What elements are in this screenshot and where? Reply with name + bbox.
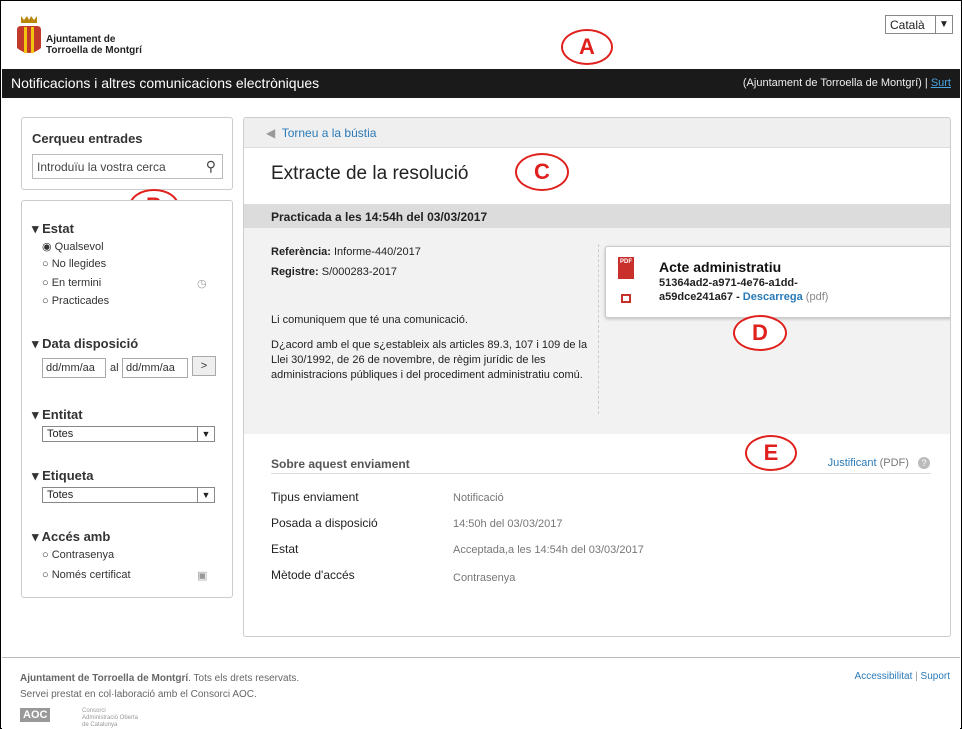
aoc-logo-caption: Consorci Administració Oberta de Catalun… <box>82 708 139 728</box>
etiqueta-value: Totes <box>47 489 74 501</box>
footer-org: Ajuntament de Torroella de Montgrí <box>20 673 189 684</box>
search-placeholder: Introduïu la vostra cerca <box>37 160 166 174</box>
row-label: Mètode d'accés <box>271 568 355 582</box>
row-label: Estat <box>271 542 299 556</box>
radio-nomes-certificat[interactable]: ○ Només certificat <box>42 569 131 581</box>
radio-no-llegides[interactable]: ○ No llegides <box>42 258 106 270</box>
search-icon[interactable]: ⚲ <box>206 158 216 175</box>
radio-qualsevol[interactable]: ◉ Qualsevol <box>42 240 104 253</box>
document-id: 51364ad2-a971-4e76-a1dd- a59dce241a67 - … <box>659 277 829 303</box>
footer-service: Servei prestat en col·laboració amb el C… <box>20 689 257 700</box>
search-panel: Cerqueu entrades Introduïu la vostra cer… <box>21 117 233 190</box>
main-panel: ◀ Torneu a la bústia Extracte de la reso… <box>243 117 951 637</box>
entitat-select[interactable]: Totes ▼ <box>42 426 215 442</box>
filter-entitat-title[interactable]: ▾ Entitat <box>32 407 83 423</box>
chevron-down-icon[interactable]: ▼ <box>197 427 214 441</box>
practicada-header: Practicada a les 14:54h del 03/03/2017 <box>244 204 950 228</box>
row-value: 14:50h del 03/03/2017 <box>453 518 563 530</box>
divider <box>598 244 599 414</box>
support-link[interactable]: Suport <box>921 671 950 682</box>
reference-line: Referència: Informe-440/2017 <box>271 246 421 258</box>
document-title: Acte administratiu <box>659 259 782 275</box>
footer: Ajuntament de Torroella de Montgrí. Tots… <box>2 657 960 729</box>
back-link-label: Torneu a la bústia <box>281 126 377 140</box>
radio-practicades[interactable]: ○ Practicades <box>42 295 109 307</box>
pdf-format: (pdf) <box>805 291 829 303</box>
filter-estat-title[interactable]: ▾ Estat <box>32 221 74 237</box>
user-name: (Ajuntament de Torroella de Montgrí) | <box>740 77 928 89</box>
filter-acces-title[interactable]: ▾ Accés amb <box>32 529 110 545</box>
filter-data-title[interactable]: ▾ Data disposició <box>32 336 138 352</box>
row-label: Tipus enviament <box>271 490 359 504</box>
search-title: Cerqueu entrades <box>32 131 143 146</box>
document-card: PDF Acte administratiu 51364ad2-a971-4e7… <box>605 246 950 318</box>
footer-text: Ajuntament de Torroella de Montgrí. Tots… <box>20 671 299 703</box>
justificant-link[interactable]: Justificant (PDF) ? <box>828 457 930 469</box>
title-bar: Notificacions i altres comunicacions ele… <box>2 69 960 98</box>
radio-en-termini[interactable]: ○ En termini <box>42 277 101 289</box>
date-from-input[interactable]: dd/mm/aa <box>42 358 106 378</box>
row-value: Contrasenya <box>453 572 516 584</box>
user-info: (Ajuntament de Torroella de Montgrí) | S… <box>741 77 951 89</box>
row-label: Posada a disposició <box>271 516 378 530</box>
help-icon[interactable]: ? <box>918 457 930 469</box>
date-separator: al <box>110 362 119 374</box>
annotation-marker-e: E <box>745 435 797 471</box>
register-line: Registre: S/000283-2017 <box>271 266 397 278</box>
message-intro: Li comuniquem que té una comunicació. <box>271 314 468 326</box>
pdf-icon: PDF <box>618 257 634 279</box>
radio-contrasenya[interactable]: ○ Contrasenya <box>42 549 114 561</box>
row-value: Notificació <box>453 492 504 504</box>
language-select[interactable]: Català ▼ <box>885 15 953 34</box>
chevron-left-icon: ◀ <box>266 126 276 140</box>
annotation-marker-a: A <box>561 29 613 65</box>
page-frame: Ajuntament de Torroella de Montgrí Catal… <box>0 0 962 729</box>
aoc-logo[interactable]: AOC Consorci Administració Oberta de Cat… <box>20 708 138 728</box>
date-go-button[interactable]: > <box>192 356 216 376</box>
attachment-icon <box>621 294 631 303</box>
chevron-down-icon[interactable]: ▼ <box>197 488 214 502</box>
certificate-icon: ▣ <box>197 570 208 582</box>
entitat-value: Totes <box>47 428 74 440</box>
top-header: Ajuntament de Torroella de Montgrí Catal… <box>2 2 960 68</box>
language-value: Català <box>890 18 925 32</box>
logout-link[interactable]: Surt <box>931 77 951 89</box>
aoc-logo-text: AOC <box>20 708 51 722</box>
row-value: Acceptada,a les 14:54h del 03/03/2017 <box>453 544 644 556</box>
filter-etiqueta-title[interactable]: ▾ Etiqueta <box>32 468 93 484</box>
annotation-marker-c: C <box>515 153 569 191</box>
page-title: Extracte de la resolució <box>271 163 469 184</box>
org-name-line2: Torroella de Montgrí <box>46 45 142 56</box>
org-name-line1: Ajuntament de <box>46 34 116 45</box>
download-link[interactable]: Descarrega <box>743 291 803 303</box>
search-input[interactable]: Introduïu la vostra cerca ⚲ <box>32 154 223 179</box>
org-name: Ajuntament de Torroella de Montgrí <box>46 34 166 56</box>
clock-icon: ◷ <box>197 278 207 290</box>
back-link[interactable]: ◀ Torneu a la bústia <box>244 118 950 148</box>
footer-links: Accessibilitat | Suport <box>854 671 950 682</box>
footer-rights: . Tots els drets reservats. <box>188 673 300 684</box>
chevron-down-icon[interactable]: ▼ <box>935 16 952 33</box>
annotation-marker-d: D <box>733 315 787 351</box>
accessibility-link[interactable]: Accessibilitat <box>855 671 913 682</box>
filter-panel: ▾ Estat ◉ Qualsevol ○ No llegides ○ En t… <box>21 200 233 598</box>
crest-icon <box>17 16 41 53</box>
message-body: D¿acord amb el que s¿estableix als artic… <box>271 339 588 381</box>
app-title: Notificacions i altres comunicacions ele… <box>11 75 320 91</box>
date-to-input[interactable]: dd/mm/aa <box>122 358 188 378</box>
etiqueta-select[interactable]: Totes ▼ <box>42 487 215 503</box>
